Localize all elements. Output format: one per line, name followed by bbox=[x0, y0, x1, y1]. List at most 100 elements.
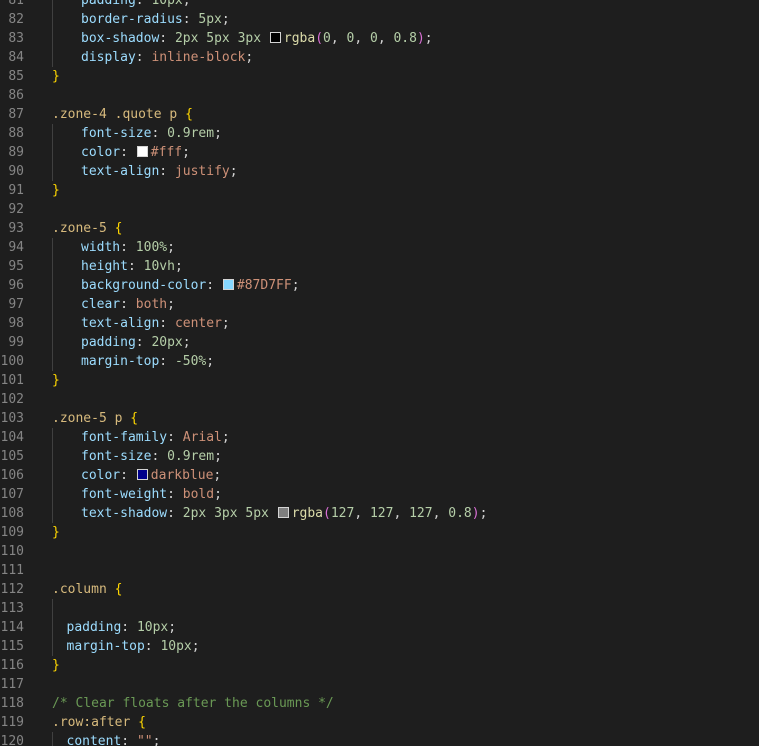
code-line[interactable]: 82 border-radius: 5px; bbox=[0, 10, 759, 29]
code-line[interactable]: 84 display: inline-block; bbox=[0, 48, 759, 67]
line-number: 91 bbox=[8, 183, 24, 198]
code-line[interactable]: 107 font-weight: bold; bbox=[0, 485, 759, 504]
code-line[interactable]: 81 padding: 10px; bbox=[0, 0, 759, 10]
color-swatch-icon[interactable] bbox=[136, 146, 148, 157]
code-line[interactable]: 103 .zone-5 p { bbox=[0, 409, 759, 428]
code-line[interactable]: 87 .zone-4 .quote p { bbox=[0, 105, 759, 124]
code-line[interactable]: 92 bbox=[0, 200, 759, 219]
color-swatch-icon[interactable] bbox=[269, 32, 281, 43]
token-num: 0.8 bbox=[448, 506, 472, 521]
code-editor[interactable]: 81 padding: 10px; 82 border-radius: 5px; 83 b… bbox=[0, 0, 759, 746]
token-num: 5px bbox=[206, 31, 230, 46]
token-prop: font-weight bbox=[81, 487, 168, 502]
indent-guide bbox=[52, 257, 53, 276]
code-line[interactable]: 112 .column { bbox=[0, 580, 759, 599]
code-text: .row:after { bbox=[52, 713, 146, 732]
code-line[interactable]: 120 content: ""; bbox=[0, 732, 759, 746]
code-line[interactable]: 119 .row:after { bbox=[0, 713, 759, 732]
line-number: 85 bbox=[8, 69, 24, 84]
code-line[interactable]: 117 bbox=[0, 675, 759, 694]
token-prop: padding bbox=[66, 620, 122, 635]
token-punc: ; bbox=[221, 430, 230, 445]
code-line[interactable]: 116} bbox=[0, 656, 759, 675]
token-punc: , bbox=[354, 31, 370, 46]
code-line[interactable]: 100 margin-top: -50%; bbox=[0, 352, 759, 371]
code-text: .zone-4 .quote p { bbox=[52, 105, 193, 124]
token-paren: ( bbox=[323, 506, 331, 521]
code-line[interactable]: 83 box-shadow: 2px 5px 3px rgba(0, 0, 0, … bbox=[0, 29, 759, 48]
indent-guide bbox=[52, 352, 53, 371]
token-val: #87D7FF bbox=[236, 278, 292, 293]
code-line[interactable]: 109} bbox=[0, 523, 759, 542]
color-swatch-icon[interactable] bbox=[136, 469, 148, 480]
code-line[interactable]: 115 margin-top: 10px; bbox=[0, 637, 759, 656]
indent-guide bbox=[52, 295, 53, 314]
code-line[interactable]: 97 clear: both; bbox=[0, 295, 759, 314]
token-punc: ; bbox=[167, 240, 175, 255]
code-line[interactable]: 114 padding: 10px; bbox=[0, 618, 759, 637]
code-line[interactable]: 93 .zone-5 { bbox=[0, 219, 759, 238]
code-line[interactable]: 94 width: 100%; bbox=[0, 238, 759, 257]
token-val: both bbox=[135, 297, 168, 312]
token-prop: border-radius bbox=[81, 12, 183, 27]
code-text: text-shadow: 2px 3px 5px rgba(127, 127, … bbox=[81, 504, 487, 523]
code-line[interactable]: 91} bbox=[0, 181, 759, 200]
code-text: height: 10vh; bbox=[81, 257, 183, 276]
indent-guide bbox=[52, 124, 53, 143]
code-text: content: ""; bbox=[67, 732, 161, 746]
code-line[interactable]: 105 font-size: 0.9rem; bbox=[0, 447, 759, 466]
token-punc: : bbox=[144, 639, 161, 654]
token-punc: : bbox=[151, 449, 168, 464]
token-punc: , bbox=[330, 31, 347, 46]
line-number: 104 bbox=[0, 430, 24, 445]
token-punc: : bbox=[159, 164, 175, 179]
token-val: inline-block bbox=[151, 50, 246, 65]
line-number: 109 bbox=[0, 525, 24, 540]
token-paren: ) bbox=[471, 506, 480, 521]
token-prop: color bbox=[81, 145, 121, 160]
code-line[interactable]: 98 text-align: center; bbox=[0, 314, 759, 333]
token-punc: ; bbox=[168, 620, 177, 635]
color-swatch-icon[interactable] bbox=[222, 279, 234, 290]
code-line[interactable]: 90 text-align: justify; bbox=[0, 162, 759, 181]
line-number: 120 bbox=[0, 734, 24, 746]
token-punc: : bbox=[135, 50, 152, 65]
code-text: padding: 10px; bbox=[67, 618, 177, 637]
color-swatch-icon[interactable] bbox=[277, 507, 289, 518]
code-text: font-family: Arial; bbox=[81, 428, 230, 447]
line-number: 81 bbox=[8, 0, 24, 8]
code-line[interactable]: 88 font-size: 0.9rem; bbox=[0, 124, 759, 143]
code-line[interactable]: 110 bbox=[0, 542, 759, 561]
token-num: 20px bbox=[151, 335, 183, 350]
token-prop: font-size bbox=[81, 126, 152, 141]
token-sel: .column bbox=[52, 582, 107, 597]
token-brace: } bbox=[52, 183, 60, 198]
token-punc: ; bbox=[174, 259, 183, 274]
code-line[interactable]: 96 background-color: #87D7FF; bbox=[0, 276, 759, 295]
token-punc: : bbox=[159, 31, 175, 46]
code-line[interactable]: 101} bbox=[0, 371, 759, 390]
code-line[interactable]: 111 bbox=[0, 561, 759, 580]
code-line[interactable]: 95 height: 10vh; bbox=[0, 257, 759, 276]
code-line[interactable]: 113 bbox=[0, 599, 759, 618]
token-punc bbox=[269, 506, 277, 521]
code-line[interactable]: 104 font-family: Arial; bbox=[0, 428, 759, 447]
indent-guide bbox=[52, 618, 53, 637]
code-line[interactable]: 102 bbox=[0, 390, 759, 409]
line-number: 92 bbox=[8, 202, 24, 217]
code-line[interactable]: 85} bbox=[0, 67, 759, 86]
token-brace: { bbox=[114, 221, 123, 236]
code-line[interactable]: 86 bbox=[0, 86, 759, 105]
code-line[interactable]: 118 /* Clear floats after the columns */ bbox=[0, 694, 759, 713]
token-punc: ; bbox=[182, 335, 191, 350]
token-punc: : bbox=[159, 316, 175, 331]
token-val: bold bbox=[182, 487, 215, 502]
code-line[interactable]: 89 color: #fff; bbox=[0, 143, 759, 162]
code-line[interactable]: 106 color: darkblue; bbox=[0, 466, 759, 485]
token-punc: : bbox=[127, 259, 144, 274]
code-line[interactable]: 108 text-shadow: 2px 3px 5px rgba(127, 12… bbox=[0, 504, 759, 523]
token-punc: : bbox=[159, 354, 175, 369]
token-punc: ; bbox=[214, 449, 222, 464]
code-text: clear: both; bbox=[81, 295, 175, 314]
code-line[interactable]: 99 padding: 20px; bbox=[0, 333, 759, 352]
